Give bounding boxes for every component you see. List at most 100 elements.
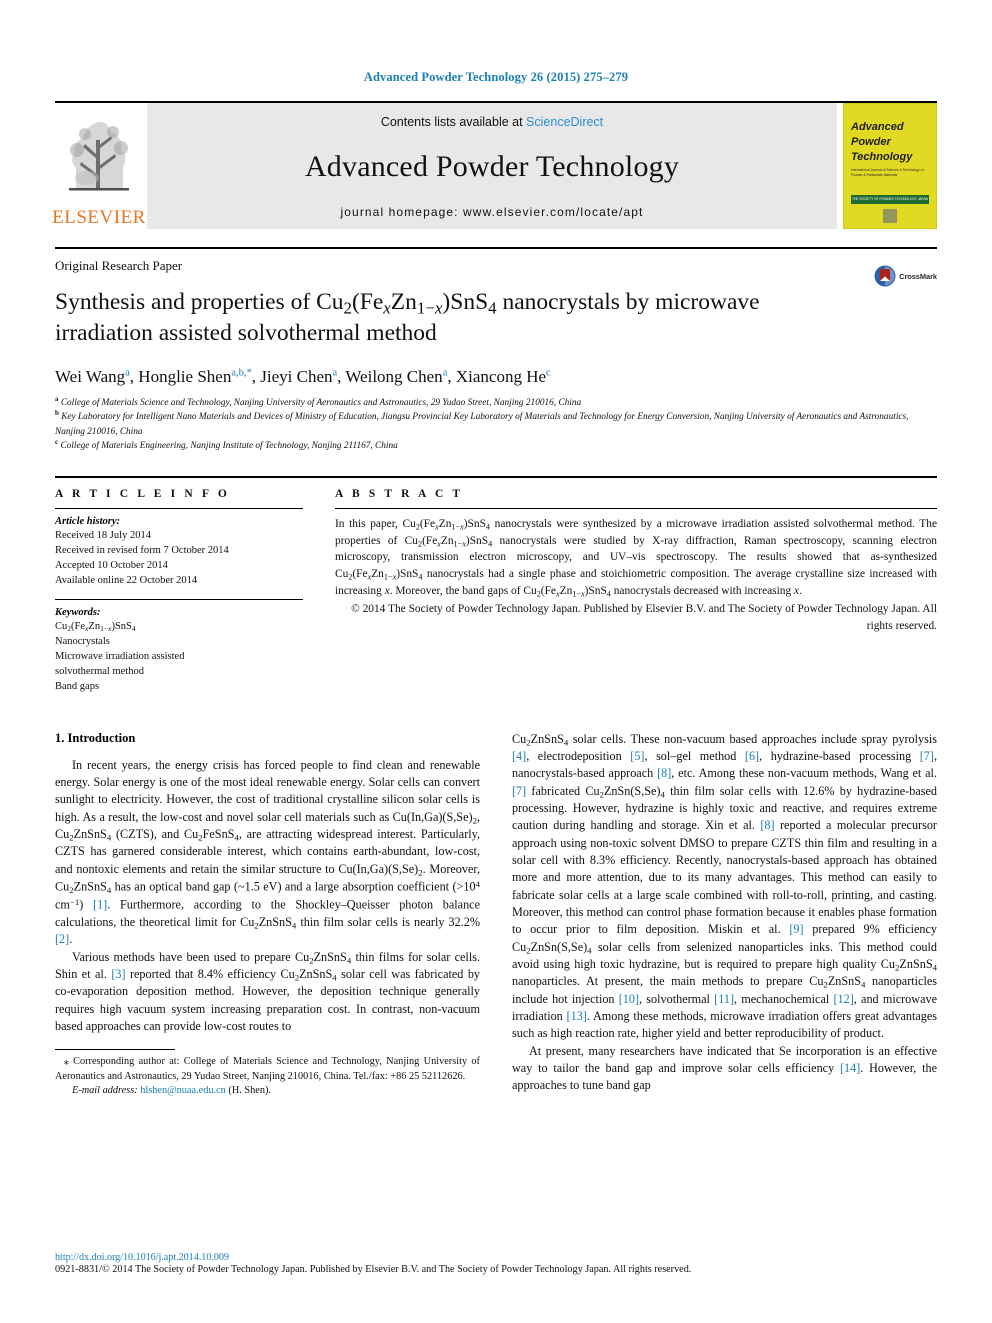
issn-copyright-line: 0921-8831/© 2014 The Society of Powder T… [55, 1264, 692, 1275]
abstract-column: A B S T R A C T In this paper, Cu2(FexZn… [335, 488, 937, 695]
citation-link[interactable]: [10] [619, 992, 639, 1006]
citation-link[interactable]: [3] [111, 967, 125, 981]
citation-link[interactable]: [4] [512, 749, 526, 763]
affiliation-item: b Key Laboratory for Intelligent Nano Ma… [55, 410, 937, 439]
journal-homepage-link[interactable]: journal homepage: www.elsevier.com/locat… [341, 205, 644, 219]
affiliation-item: c College of Materials Engineering, Nanj… [55, 439, 937, 453]
citation-link[interactable]: [7] [920, 749, 934, 763]
crossmark-badge[interactable]: CrossMark [874, 265, 937, 287]
affiliation-item: a College of Materials Science and Techn… [55, 395, 937, 410]
cover-title-line2: Powder [851, 135, 891, 148]
citation-link[interactable]: [8] [760, 818, 774, 832]
paragraph: At present, many researchers have indica… [512, 1043, 937, 1093]
page-footer: http://dx.doi.org/10.1016/j.apt.2014.10.… [55, 1252, 937, 1275]
citation-link[interactable]: [14] [840, 1061, 860, 1075]
email-link[interactable]: hlshen@nuaa.edu.cn [140, 1085, 226, 1096]
article-type-label: Original Research Paper [55, 258, 183, 273]
cover-society-band: THE SOCIETY OF POWDER TECHNOLOGY JAPAN [851, 195, 929, 204]
keyword-item: Cu2(FexZn1−x)SnS4 [55, 620, 136, 633]
keywords-label: Keywords: [55, 606, 101, 618]
elsevier-wordmark: ELSEVIER [52, 207, 146, 228]
citation-link[interactable]: [1] [93, 898, 107, 912]
author-affil-mark[interactable]: a,b,* [231, 367, 251, 379]
email-note: E-mail address: hlshen@nuaa.edu.cn (H. S… [55, 1084, 480, 1099]
abstract-copyright: © 2014 The Society of Powder Technology … [351, 603, 937, 632]
body-column-left: 1. Introduction In recent years, the ene… [55, 731, 480, 1099]
keywords-rule [55, 598, 303, 600]
running-head: Advanced Powder Technology 26 (2015) 275… [363, 70, 629, 84]
paragraph: Various methods have been used to prepar… [55, 949, 481, 1033]
journal-masthead: ELSEVIER Contents lists available at Sci… [52, 101, 937, 229]
crossmark-label: CrossMark [899, 271, 937, 281]
article-history-item: Received in revised form 7 October 2014 [55, 544, 229, 556]
author-list: Wei Wanga, Honglie Shena,b,*, Jieyi Chen… [55, 366, 937, 389]
contents-available-line: Contents lists available at ScienceDirec… [381, 115, 603, 129]
author-item: Xiancong Hec [455, 367, 551, 387]
asterisk-icon: ⁎ [63, 1056, 69, 1068]
journal-title: Advanced Powder Technology [304, 150, 680, 183]
author-item: Jieyi Chena, [260, 367, 346, 387]
citation-link[interactable]: [5] [630, 749, 644, 763]
cover-society-text: THE SOCIETY OF POWDER TECHNOLOGY JAPAN [852, 197, 928, 201]
info-abstract-row: A R T I C L E I N F O Article history: R… [55, 475, 937, 695]
citation-link[interactable]: [13] [567, 1009, 587, 1023]
citation-link[interactable]: [6] [745, 749, 759, 763]
footnote-rule [55, 1049, 175, 1051]
affiliation-text: College of Materials Science and Technol… [60, 398, 582, 409]
crossmark-icon [874, 265, 896, 287]
journal-cover-thumbnail[interactable]: Advanced Powder Technology International… [843, 103, 937, 229]
article-history-item: Received 18 July 2014 [55, 529, 151, 541]
citation-link[interactable]: [2] [55, 932, 69, 946]
citation-link[interactable]: [11] [714, 992, 734, 1006]
paragraph: In recent years, the energy crisis has f… [55, 757, 481, 947]
doi-link[interactable]: http://dx.doi.org/10.1016/j.apt.2014.10.… [55, 1252, 937, 1263]
article-history-item: Accepted 10 October 2014 [55, 560, 168, 572]
cover-title: Advanced Powder Technology [851, 120, 912, 165]
article-history-item: Available online 22 October 2014 [55, 575, 198, 587]
cover-society-emblem-icon [883, 209, 897, 223]
body-columns: 1. Introduction In recent years, the ene… [55, 731, 937, 1099]
corresponding-author-text: Corresponding author at: College of Mate… [55, 1056, 480, 1082]
email-suffix: (H. Shen). [228, 1085, 272, 1097]
author-affil-mark: a [332, 367, 338, 379]
cover-title-line1: Advanced [851, 121, 904, 133]
affiliation-list: a College of Materials Science and Techn… [55, 395, 937, 454]
author-item: Weilong Chena, [345, 367, 456, 387]
corresponding-author-note: ⁎ Corresponding author at: College of Ma… [55, 1055, 480, 1084]
keyword-item: Microwave irradiation assisted [55, 650, 185, 662]
abstract-body: In this paper, Cu2(FexZn1−x)SnS4 nanocry… [335, 517, 938, 599]
keyword-item: Nanocrystals [55, 635, 110, 647]
keyword-item: Band gaps [55, 681, 100, 693]
citation-link[interactable]: [7] [512, 784, 526, 798]
citation-link[interactable]: [8] [657, 766, 671, 780]
sciencedirect-link[interactable]: ScienceDirect [526, 115, 603, 129]
article-info-rule [55, 507, 303, 509]
contents-prefix: Contents lists available at [380, 115, 527, 129]
title-block: Original Research Paper Synthesis and pr… [55, 247, 937, 348]
citation-link[interactable]: [12] [833, 992, 853, 1006]
affiliation-text: Key Laboratory for Intelligent Nano Mate… [55, 412, 909, 437]
affiliation-text: College of Materials Engineering, Nanjin… [60, 441, 398, 452]
paragraph: Cu2ZnSnS4 solar cells. These non-vacuum … [512, 731, 937, 1041]
article-history-label: Article history: [55, 515, 121, 527]
article-info-column: A R T I C L E I N F O Article history: R… [55, 488, 303, 695]
cover-subtitle: International Journal of Science & Techn… [851, 168, 924, 178]
affiliation-mark: c [55, 438, 59, 447]
author-affil-mark: c [546, 367, 551, 379]
footnote-block: ⁎ Corresponding author at: College of Ma… [55, 1049, 480, 1099]
abstract-heading: A B S T R A C T [335, 487, 464, 500]
abstract-rule [335, 507, 937, 509]
author-item: Honglie Shena,b,*, [138, 367, 261, 387]
article-info-heading: A R T I C L E I N F O [55, 487, 230, 500]
author-affil-mark: a [442, 367, 448, 379]
body-column-right: Cu2ZnSnS4 solar cells. These non-vacuum … [512, 731, 937, 1099]
email-label: E-mail address: [72, 1085, 138, 1097]
journal-band: Contents lists available at ScienceDirec… [147, 103, 837, 229]
elsevier-tree-icon [69, 121, 129, 191]
affiliation-mark: b [55, 409, 59, 418]
author-affil-mark: a [125, 367, 130, 379]
page-title: Synthesis and properties of Cu2(FexZn1−x… [55, 289, 760, 346]
citation-link[interactable]: [9] [789, 922, 803, 936]
section-title-introduction: 1. Introduction [55, 730, 136, 745]
keyword-item: solvothermal method [55, 666, 144, 678]
